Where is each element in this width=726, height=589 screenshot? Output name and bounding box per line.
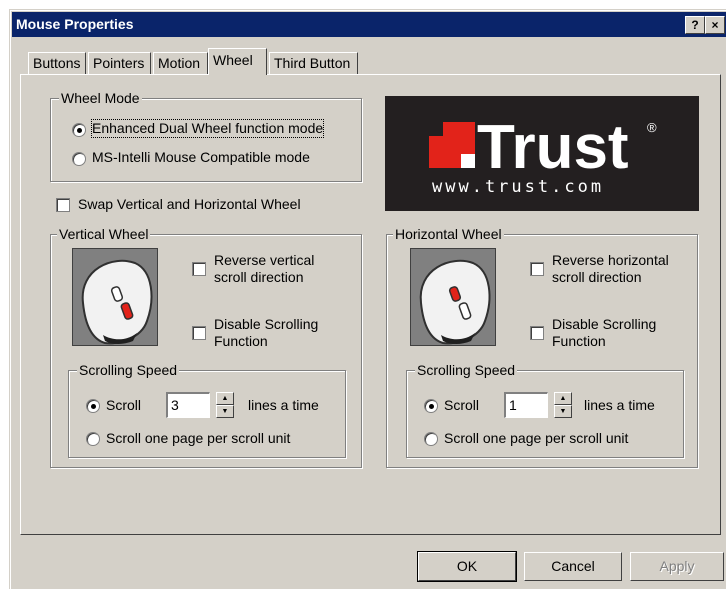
mouse-icon bbox=[81, 259, 153, 345]
wheel-mode-group: Wheel Mode bbox=[50, 90, 362, 182]
help-button[interactable]: ? bbox=[685, 16, 705, 34]
close-button[interactable]: × bbox=[705, 16, 725, 34]
vertical-lines-label: lines a time bbox=[248, 397, 319, 413]
horizontal-scroll-label[interactable]: Scroll bbox=[444, 397, 479, 414]
disable-vertical-label-line2[interactable]: Function bbox=[214, 333, 268, 350]
apply-button[interactable]: Apply bbox=[630, 552, 724, 581]
tab-wheel[interactable]: Wheel bbox=[208, 48, 267, 75]
enhanced-mode-radio[interactable] bbox=[72, 123, 86, 137]
horizontal-lines-input[interactable]: 1 bbox=[504, 392, 548, 418]
horizontal-wheel-legend: Horizontal Wheel bbox=[393, 226, 504, 242]
enhanced-mode-label[interactable]: Enhanced Dual Wheel function mode bbox=[90, 119, 325, 138]
swap-wheel-label[interactable]: Swap Vertical and Horizontal Wheel bbox=[78, 196, 301, 213]
horizontal-scroll-lines-radio[interactable] bbox=[424, 399, 438, 413]
tab-buttons[interactable]: Buttons bbox=[28, 52, 86, 74]
cancel-button[interactable]: Cancel bbox=[524, 552, 622, 581]
disable-vertical-checkbox[interactable] bbox=[192, 326, 206, 340]
trust-logo: Trust ® www.trust.com bbox=[385, 96, 699, 211]
horizontal-mouse-image bbox=[410, 248, 496, 346]
logo-brand-text: Trust bbox=[477, 113, 629, 182]
msintelli-mode-radio[interactable] bbox=[72, 152, 86, 166]
reverse-vertical-label-line1[interactable]: Reverse vertical bbox=[214, 252, 314, 269]
ok-button[interactable]: OK bbox=[417, 551, 517, 582]
tab-third-button[interactable]: Third Button bbox=[269, 52, 358, 74]
reverse-horizontal-checkbox[interactable] bbox=[530, 262, 544, 276]
title-bar[interactable]: Mouse Properties ? × bbox=[12, 12, 726, 37]
vertical-scroll-label[interactable]: Scroll bbox=[106, 397, 141, 414]
wheel-mode-legend: Wheel Mode bbox=[59, 90, 142, 106]
logo-url-text: www.trust.com bbox=[432, 177, 604, 197]
tab-motion[interactable]: Motion bbox=[153, 52, 208, 74]
reverse-vertical-label-line2[interactable]: scroll direction bbox=[214, 269, 303, 286]
vertical-scroll-page-label[interactable]: Scroll one page per scroll unit bbox=[106, 430, 290, 447]
vertical-spin-down[interactable]: ▼ bbox=[216, 405, 234, 418]
svg-text:®: ® bbox=[647, 120, 657, 135]
vertical-scroll-page-radio[interactable] bbox=[86, 432, 100, 446]
disable-vertical-label-line1[interactable]: Disable Scrolling bbox=[214, 316, 318, 333]
swap-wheel-checkbox[interactable] bbox=[56, 198, 70, 212]
vertical-spin-up[interactable]: ▲ bbox=[216, 392, 234, 405]
reverse-horizontal-label-line1[interactable]: Reverse horizontal bbox=[552, 252, 669, 269]
horizontal-speed-legend: Scrolling Speed bbox=[415, 362, 518, 378]
disable-horizontal-checkbox[interactable] bbox=[530, 326, 544, 340]
horizontal-lines-label: lines a time bbox=[584, 397, 655, 413]
trust-logo-graphic: Trust ® www.trust.com bbox=[429, 113, 657, 197]
vertical-speed-legend: Scrolling Speed bbox=[77, 362, 180, 378]
vertical-scroll-lines-radio[interactable] bbox=[86, 399, 100, 413]
mouse-icon bbox=[419, 259, 491, 345]
tab-pointers[interactable]: Pointers bbox=[88, 52, 151, 74]
vertical-mouse-image bbox=[72, 248, 158, 346]
horizontal-scroll-page-label[interactable]: Scroll one page per scroll unit bbox=[444, 430, 628, 447]
disable-horizontal-label-line1[interactable]: Disable Scrolling bbox=[552, 316, 656, 333]
msintelli-mode-label[interactable]: MS-Intelli Mouse Compatible mode bbox=[92, 149, 310, 166]
horizontal-spin-down[interactable]: ▼ bbox=[554, 405, 572, 418]
vertical-wheel-legend: Vertical Wheel bbox=[57, 226, 151, 242]
vertical-lines-input[interactable]: 3 bbox=[166, 392, 210, 418]
horizontal-scroll-page-radio[interactable] bbox=[424, 432, 438, 446]
disable-horizontal-label-line2[interactable]: Function bbox=[552, 333, 606, 350]
window-title: Mouse Properties bbox=[16, 16, 134, 32]
reverse-vertical-checkbox[interactable] bbox=[192, 262, 206, 276]
horizontal-spin-up[interactable]: ▲ bbox=[554, 392, 572, 405]
reverse-horizontal-label-line2[interactable]: scroll direction bbox=[552, 269, 641, 286]
